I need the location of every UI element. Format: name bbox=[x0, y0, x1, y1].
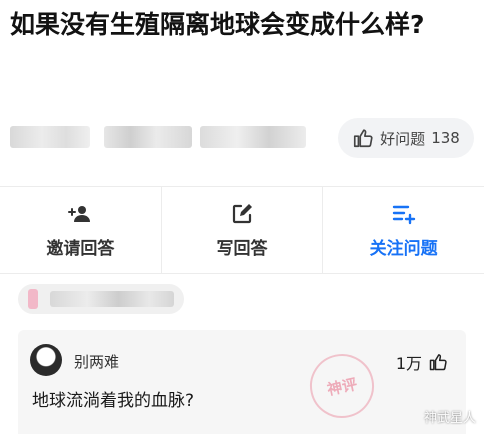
write-answer-label: 写回答 bbox=[216, 238, 268, 259]
topic-tag-blurred bbox=[200, 126, 306, 148]
write-answer-button[interactable]: 写回答 bbox=[160, 187, 323, 273]
question-action-bar: 邀请回答 写回答 关注问题 bbox=[0, 186, 484, 274]
follow-list-icon bbox=[392, 205, 415, 224]
stamp-label: 神评 bbox=[325, 374, 359, 399]
topic-tag-blurred bbox=[104, 126, 192, 148]
add-user-icon bbox=[68, 205, 91, 222]
good-question-count: 138 bbox=[431, 129, 460, 147]
answer-content: 地球流淌着我的血脉? bbox=[32, 391, 195, 411]
good-question-label: 好问题 bbox=[380, 129, 426, 148]
god-comment-stamp: 神评 bbox=[304, 348, 380, 424]
banner-accent bbox=[28, 289, 38, 309]
answer-author[interactable]: 别两难 bbox=[74, 351, 119, 372]
answer-like-count: 1万 bbox=[395, 354, 422, 373]
answer-card[interactable]: 别两难 神评 1万 地球流淌着我的血脉? bbox=[18, 330, 466, 434]
follow-question-label: 关注问题 bbox=[369, 238, 438, 259]
banner-text-blurred bbox=[50, 291, 174, 307]
follow-question-button[interactable]: 关注问题 bbox=[322, 187, 484, 273]
thumbs-up-icon bbox=[429, 354, 447, 371]
invite-answer-button[interactable]: 邀请回答 bbox=[0, 187, 161, 273]
watermark: 神武星人 bbox=[423, 411, 476, 426]
topic-tag-blurred bbox=[10, 126, 90, 148]
invite-answer-label: 邀请回答 bbox=[46, 238, 115, 259]
edit-icon bbox=[232, 203, 252, 223]
blurred-banner bbox=[18, 284, 184, 314]
avatar[interactable] bbox=[30, 344, 62, 376]
blurred-topic-tags bbox=[10, 126, 310, 148]
answer-like-button[interactable]: 1万 bbox=[396, 350, 448, 374]
good-question-button[interactable]: 好问题 138 bbox=[338, 118, 474, 158]
thumbs-up-icon bbox=[354, 129, 373, 148]
question-title: 如果没有生殖隔离地球会变成什么样? bbox=[10, 10, 425, 39]
